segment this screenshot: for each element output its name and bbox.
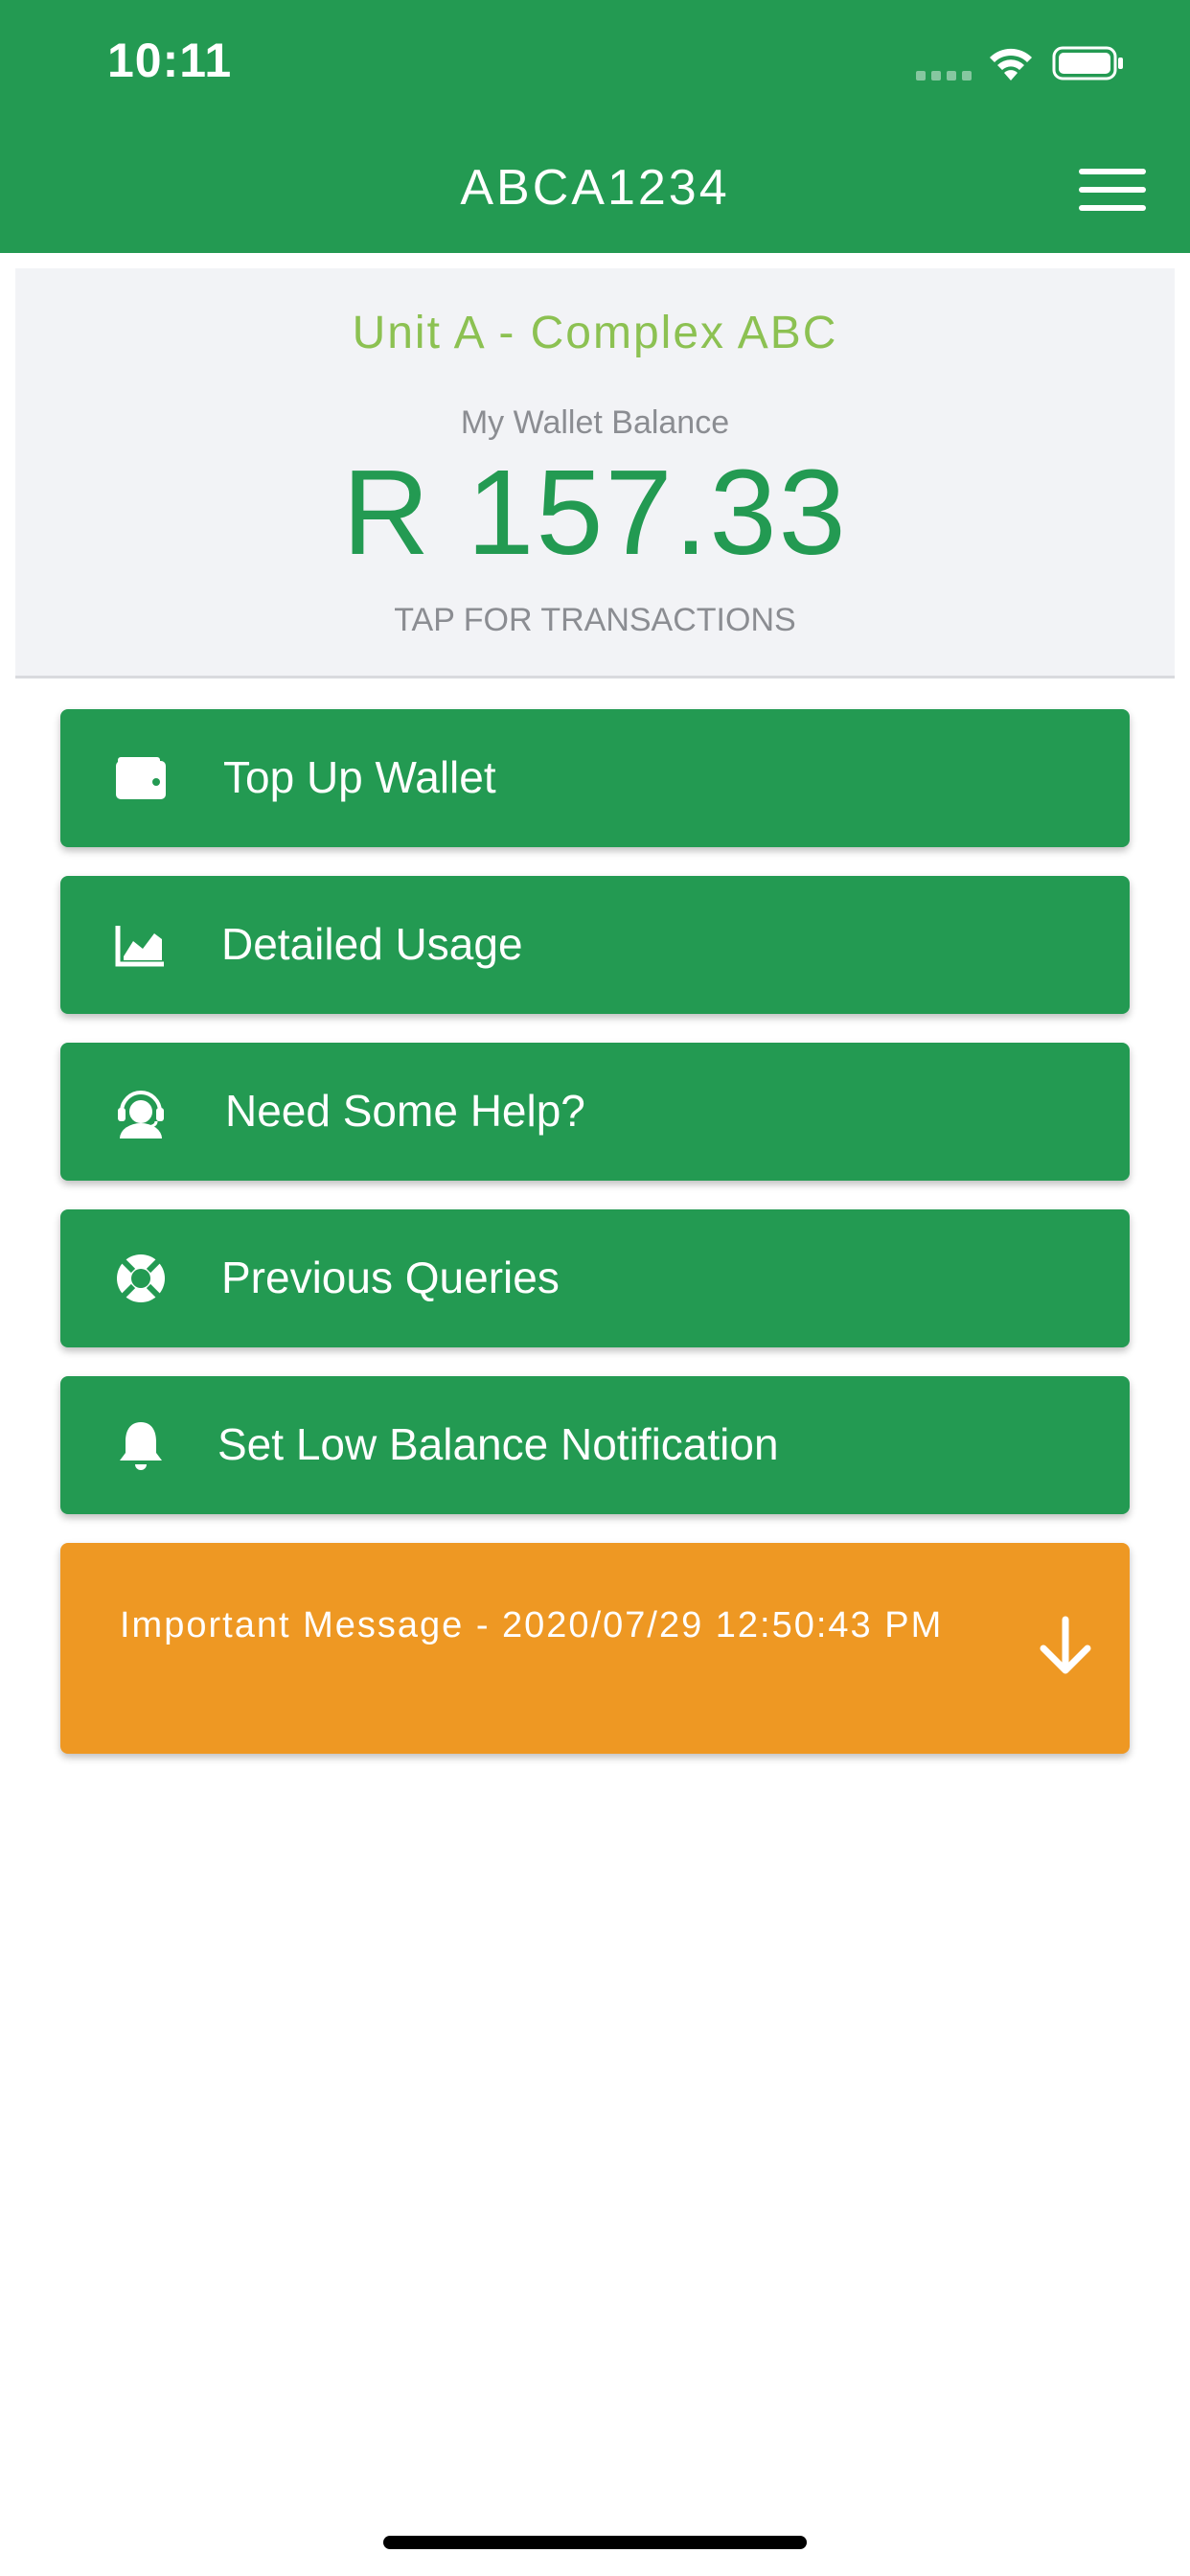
app-header: 10:11 ABCA1234 — [0, 0, 1190, 253]
arrow-down-icon[interactable] — [1032, 1612, 1099, 1679]
lifebuoy-icon — [117, 1254, 165, 1302]
previous-queries-label: Previous Queries — [221, 1253, 560, 1302]
detailed-usage-button[interactable]: Detailed Usage — [60, 876, 1130, 1014]
battery-icon — [1052, 46, 1123, 80]
support-agent-icon — [118, 1091, 164, 1138]
wallet-balance-amount: R 157.33 — [342, 445, 848, 580]
screen: 10:11 ABCA1234 Unit A - Complex ABC My W… — [0, 0, 1190, 2576]
important-message-banner[interactable]: Important Message - 2020/07/29 12:50:43 … — [60, 1543, 1130, 1754]
cellular-signal-icon — [916, 71, 972, 80]
top-up-wallet-button[interactable]: Top Up Wallet — [60, 709, 1130, 847]
balance-label: My Wallet Balance — [460, 404, 730, 441]
low-balance-notification-button[interactable]: Set Low Balance Notification — [60, 1376, 1130, 1514]
important-message-text: Important Message - 2020/07/29 12:50:43 … — [120, 1605, 944, 1645]
unit-name: Unit A - Complex ABC — [352, 308, 838, 358]
need-help-label: Need Some Help? — [225, 1086, 585, 1136]
chart-icon — [115, 926, 164, 967]
need-help-button[interactable]: Need Some Help? — [60, 1043, 1130, 1181]
previous-queries-button[interactable]: Previous Queries — [60, 1209, 1130, 1347]
low-balance-notification-label: Set Low Balance Notification — [217, 1419, 779, 1469]
home-indicator[interactable] — [383, 2536, 807, 2549]
wallet-icon — [116, 757, 166, 799]
wifi-icon — [990, 48, 1032, 80]
top-up-wallet-label: Top Up Wallet — [223, 752, 496, 802]
bell-icon — [120, 1422, 162, 1470]
wallet-balance-card[interactable]: Unit A - Complex ABC My Wallet Balance R… — [15, 268, 1175, 678]
detailed-usage-label: Detailed Usage — [221, 919, 523, 969]
page-title: ABCA1234 — [460, 160, 730, 216]
hamburger-menu-icon[interactable] — [1079, 167, 1152, 213]
status-time: 10:11 — [107, 34, 233, 87]
tap-for-transactions-hint: TAP FOR TRANSACTIONS — [394, 602, 796, 638]
